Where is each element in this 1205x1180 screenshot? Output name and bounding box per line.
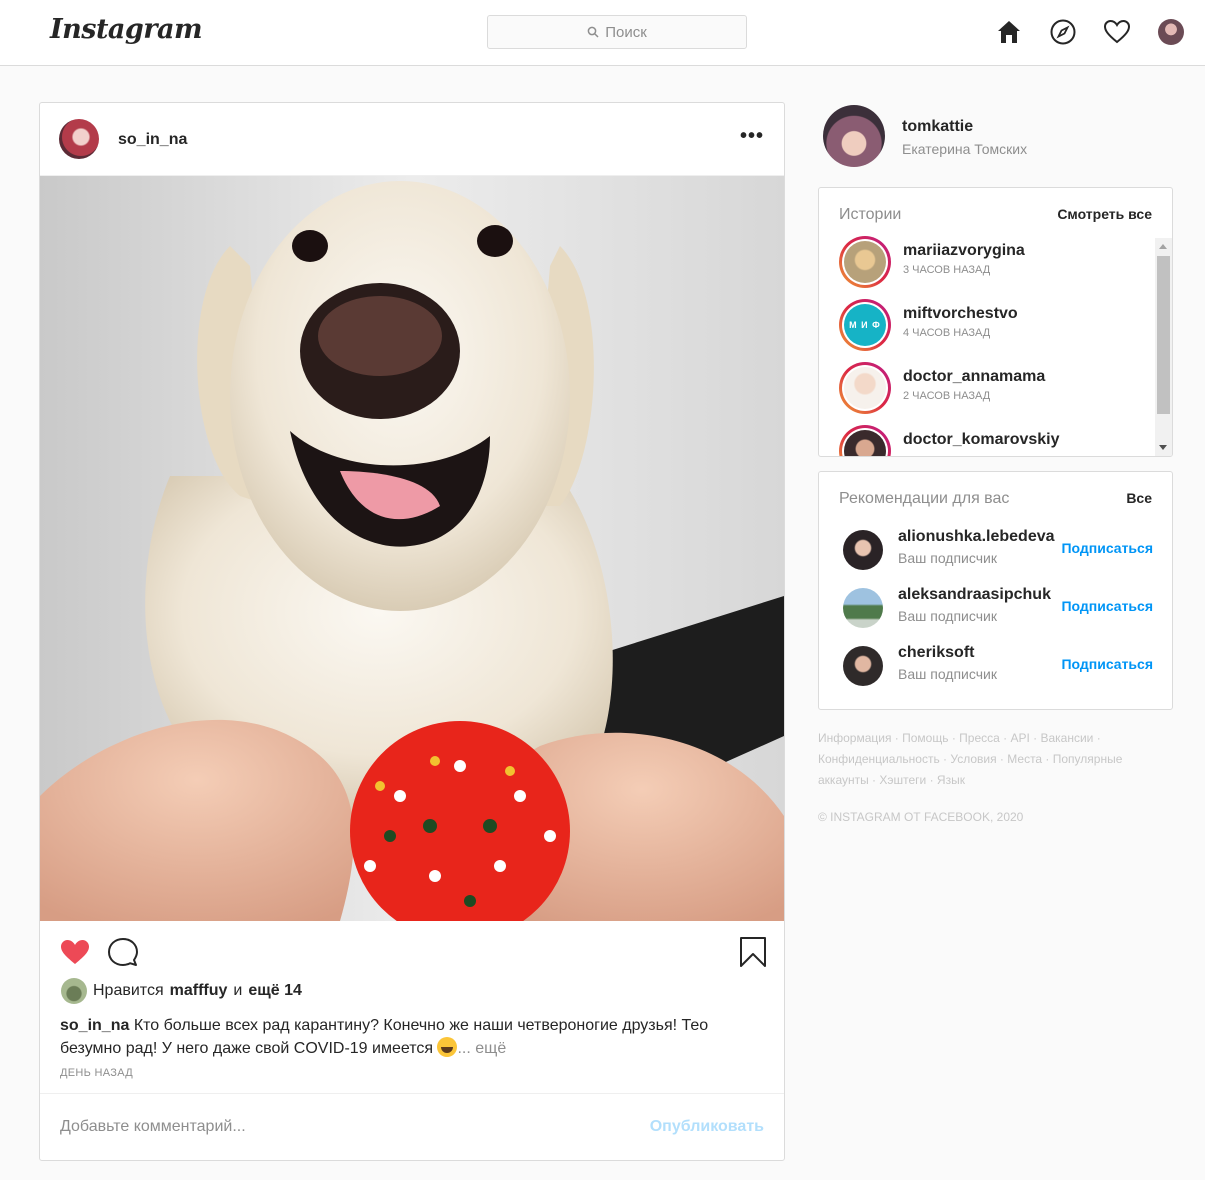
- recommendation-item: aleksandraasipchuk Ваш подписчик Подписа…: [843, 586, 1153, 630]
- recommendation-avatar[interactable]: [843, 646, 883, 686]
- post-header: so_in_na •••: [40, 103, 784, 176]
- follow-button[interactable]: Подписаться: [1061, 656, 1153, 672]
- story-username: doctor_annamama: [903, 368, 1046, 385]
- story-avatar: М И Ф: [844, 304, 886, 346]
- caption-username[interactable]: so_in_na: [60, 1017, 129, 1034]
- story-time: 3 ЧАСОВ НАЗАД: [903, 264, 991, 276]
- footer-links[interactable]: Информация · Помощь · Пресса · API · Вак…: [818, 728, 1148, 791]
- comment-icon[interactable]: [106, 935, 140, 969]
- story-time: 2 ЧАСОВ НАЗАД: [903, 390, 991, 402]
- scrollbar-thumb[interactable]: [1157, 256, 1170, 414]
- recommendation-username[interactable]: aleksandraasipchuk: [898, 586, 1051, 604]
- stories-panel: Истории Смотреть все mariiazvorygina 3 Ч…: [818, 187, 1173, 457]
- explore-icon[interactable]: [1049, 18, 1077, 46]
- recommendation-avatar[interactable]: [843, 588, 883, 628]
- story-item[interactable]: mariiazvorygina 3 ЧАСОВ НАЗАД: [839, 236, 1139, 292]
- caption-more-link[interactable]: ... ещё: [457, 1040, 506, 1057]
- search-input[interactable]: Поиск: [487, 15, 747, 49]
- home-icon[interactable]: [995, 18, 1023, 46]
- story-item[interactable]: doctor_annamama 2 ЧАСОВ НАЗАД: [839, 362, 1139, 418]
- recommendations-title: Рекомендации для вас: [839, 490, 1010, 507]
- post-timestamp[interactable]: ДЕНЬ НАЗАД: [60, 1067, 133, 1079]
- recommendation-item: alionushka.lebedeva Ваш подписчик Подпис…: [843, 528, 1153, 572]
- story-time: 4 ЧАСОВ НАЗАД: [903, 327, 991, 339]
- recommendations-all-link[interactable]: Все: [1126, 490, 1152, 506]
- story-item[interactable]: doctor_komarovskiy: [839, 425, 1139, 456]
- liker-avatar[interactable]: [61, 978, 87, 1004]
- likes-prefix: Нравится: [93, 982, 164, 999]
- more-options-icon[interactable]: •••: [740, 125, 764, 148]
- stories-title: Истории: [839, 206, 902, 223]
- follow-button[interactable]: Подписаться: [1061, 598, 1153, 614]
- story-item[interactable]: М И Ф miftvorchestvo 4 ЧАСОВ НАЗАД: [839, 299, 1139, 355]
- feed-post: so_in_na ••• Нравится mafffuy и ещё 14 s…: [39, 102, 785, 1161]
- recommendation-avatar[interactable]: [843, 530, 883, 570]
- comment-input[interactable]: Добавьте комментарий...: [60, 1118, 246, 1136]
- likes-and: и: [233, 982, 243, 999]
- story-avatar: [844, 241, 886, 283]
- story-avatar: [844, 430, 886, 456]
- post-actions: [40, 921, 784, 981]
- profile-avatar[interactable]: [1157, 18, 1185, 46]
- scroll-down-arrow-icon[interactable]: [1159, 445, 1167, 450]
- likes-summary: Нравится mafffuy и ещё 14: [61, 978, 302, 1004]
- publish-button[interactable]: Опубликовать: [650, 1118, 764, 1136]
- current-user-avatar[interactable]: [823, 105, 885, 167]
- caption-text: Кто больше всех рад карантину? Конечно ж…: [60, 1017, 709, 1057]
- save-bookmark-icon[interactable]: [736, 935, 770, 969]
- activity-heart-icon[interactable]: [1103, 18, 1131, 46]
- follow-button[interactable]: Подписаться: [1061, 540, 1153, 556]
- story-username: doctor_komarovskiy: [903, 431, 1060, 448]
- story-username: mariiazvorygina: [903, 242, 1025, 259]
- post-photo[interactable]: [40, 176, 784, 921]
- instagram-logo[interactable]: Instagram: [50, 14, 203, 45]
- recommendation-username[interactable]: alionushka.lebedeva: [898, 528, 1055, 546]
- post-author-avatar[interactable]: [59, 119, 99, 159]
- stories-scrollbar[interactable]: [1155, 238, 1172, 456]
- copyright-text: © INSTAGRAM ОТ FACEBOOK, 2020: [818, 810, 1024, 824]
- comment-form: Добавьте комментарий... Опубликовать: [40, 1093, 784, 1160]
- current-user-fullname: Екатерина Томских: [902, 141, 1028, 157]
- recommendation-item: cheriksoft Ваш подписчик Подписаться: [843, 644, 1153, 688]
- like-heart-icon[interactable]: [58, 935, 92, 969]
- current-user-username[interactable]: tomkattie: [902, 118, 973, 136]
- story-username: miftvorchestvo: [903, 305, 1018, 322]
- post-caption: so_in_na Кто больше всех рад карантину? …: [60, 1015, 760, 1060]
- post-author-username[interactable]: so_in_na: [118, 131, 187, 149]
- recommendation-subtitle: Ваш подписчик: [898, 666, 997, 682]
- recommendation-subtitle: Ваш подписчик: [898, 550, 997, 566]
- recommendation-subtitle: Ваш подписчик: [898, 608, 997, 624]
- stories-view-all-link[interactable]: Смотреть все: [1057, 206, 1152, 222]
- likes-more-link[interactable]: ещё 14: [248, 982, 302, 1000]
- liker-username[interactable]: mafffuy: [170, 982, 228, 1000]
- recommendation-username[interactable]: cheriksoft: [898, 644, 974, 662]
- search-placeholder: Поиск: [605, 23, 647, 41]
- story-avatar: [844, 367, 886, 409]
- grinning-emoji-icon: [437, 1037, 458, 1057]
- top-navigation: Instagram Поиск: [0, 0, 1205, 66]
- recommendations-panel: Рекомендации для вас Все alionushka.lebe…: [818, 471, 1173, 710]
- search-icon: [587, 26, 599, 38]
- scroll-up-arrow-icon[interactable]: [1159, 244, 1167, 249]
